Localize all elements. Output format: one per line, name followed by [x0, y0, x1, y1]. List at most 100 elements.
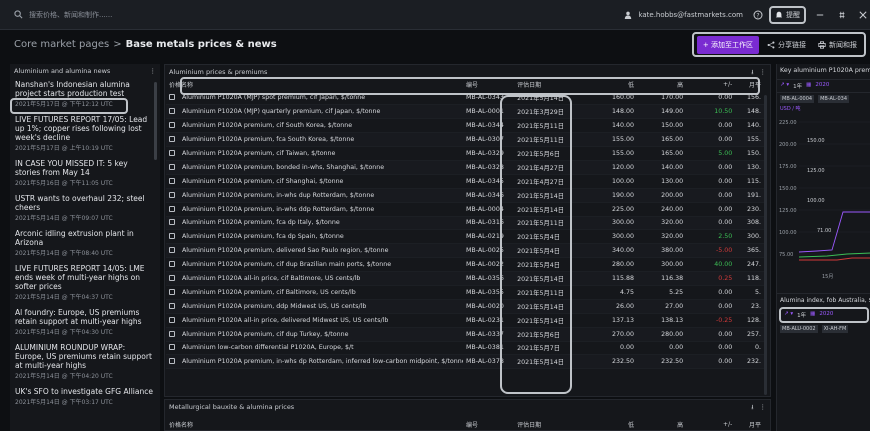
news-item[interactable]: Arconic idling extrusion plant in Arizon…: [10, 226, 160, 261]
price-name-text[interactable]: Aluminium P1020A premium, delivered Sao …: [182, 247, 388, 254]
column-header[interactable]: 月平: [735, 77, 764, 91]
chart-type-dropdown[interactable]: ↗ ▾: [780, 82, 789, 90]
download-icon[interactable]: ⭳: [751, 68, 753, 76]
global-search[interactable]: 搜索价格、新闻和制作......: [14, 10, 112, 20]
news-item[interactable]: Al foundry: Europe, US premiums retain s…: [10, 305, 160, 340]
more-icon[interactable]: ⋮: [760, 403, 767, 411]
column-header[interactable]: 价格名称: [166, 77, 463, 91]
price-name[interactable]: Aluminium P1020A (MJP) quarterly premium…: [166, 104, 463, 120]
price-name[interactable]: Aluminium P1020A premium, fca dp Italy, …: [166, 216, 463, 231]
document-icon[interactable]: [169, 288, 175, 295]
price-name[interactable]: Aluminium low-carbon differential P1020A…: [166, 341, 463, 356]
chart2-series-a-chip[interactable]: MB-ALU-0002: [780, 325, 818, 333]
news-title[interactable]: USTR wants to overhaul 232; steel cheers: [15, 194, 155, 212]
document-icon[interactable]: [169, 344, 175, 351]
close-icon[interactable]: [856, 11, 870, 19]
document-icon[interactable]: [169, 205, 175, 212]
table-row[interactable]: Aluminium P1020A premium, delivered Sao …: [166, 243, 764, 259]
table-row[interactable]: Aluminium P1020A premium, bonded in-whs,…: [166, 160, 764, 175]
breadcrumb-parent[interactable]: Core market pages: [14, 39, 109, 50]
table-row[interactable]: Aluminium P1020A all-in price, cif Balti…: [166, 271, 764, 286]
price-name-text[interactable]: Aluminium P1020A premium, cif South Kore…: [182, 122, 352, 129]
search-input[interactable]: 搜索价格、新闻和制作......: [29, 10, 112, 20]
news-item[interactable]: ALUMINIUM ROUNDUP WRAP: Europe, US premi…: [10, 340, 160, 384]
document-icon[interactable]: [169, 94, 175, 101]
news-item[interactable]: USTR wants to overhaul 232; steel cheers…: [10, 191, 160, 226]
price-name-text[interactable]: Aluminium P1020A premium, cif Shanghai, …: [182, 178, 343, 185]
table-row[interactable]: Aluminium P1020A premium, cif Shanghai, …: [166, 174, 764, 189]
price-name[interactable]: Aluminium P1020A all-in price, delivered…: [166, 313, 463, 328]
help-icon[interactable]: ?: [753, 10, 763, 20]
price-name-text[interactable]: Aluminium P1020A all-in price, delivered…: [182, 317, 388, 324]
news-title[interactable]: IN CASE YOU MISSED IT: 5 key stories fro…: [15, 159, 155, 177]
table-row[interactable]: Aluminium P1020A premium, cif Baltimore,…: [166, 285, 764, 300]
calendar-icon[interactable]: ▦: [810, 311, 815, 319]
series-a-chip[interactable]: MB-AL-0004: [780, 95, 815, 103]
document-icon[interactable]: [169, 330, 175, 337]
column-header[interactable]: 评估日期: [514, 417, 588, 431]
table-row[interactable]: Aluminium P1020A (MJP) spot premium, cif…: [166, 91, 764, 106]
table-row[interactable]: Aluminium P1020A premium, in-whs dp Rott…: [166, 354, 764, 370]
price-name-text[interactable]: Aluminium P1020A premium, in-whs dup Rot…: [182, 192, 374, 199]
news-title[interactable]: ALUMINIUM ROUNDUP WRAP: Europe, US premi…: [15, 343, 155, 370]
price-name[interactable]: Aluminium P1020A premium, cif South Kore…: [166, 118, 463, 134]
price-name-text[interactable]: Aluminium P1020A premium, in-whs dp Rott…: [182, 358, 463, 365]
news-scrollbar[interactable]: [154, 82, 157, 160]
news-item[interactable]: Nanshan's Indonesian alumina project sta…: [10, 77, 160, 112]
price-name-text[interactable]: Aluminium low-carbon differential P1020A…: [182, 344, 354, 351]
table-row[interactable]: Aluminium P1020A premium, cif dup Turkey…: [166, 327, 764, 342]
price-name-text[interactable]: Aluminium P1020A premium, cif dup Turkey…: [182, 331, 348, 338]
calendar-icon[interactable]: ▦: [806, 82, 811, 90]
table-row[interactable]: Aluminium P1020A (MJP) quarterly premium…: [166, 104, 764, 120]
price-name[interactable]: Aluminium P1020A premium, bonded in-whs,…: [166, 160, 463, 175]
document-icon[interactable]: [169, 261, 175, 268]
document-icon[interactable]: [169, 122, 175, 129]
news-title[interactable]: Al foundry: Europe, US premiums retain s…: [15, 308, 155, 326]
price-name-text[interactable]: Aluminium P1020A premium, fca dp Spain, …: [182, 233, 344, 240]
news-item[interactable]: LIVE FUTURES REPORT 14/05: LME ends week…: [10, 261, 160, 305]
price-name[interactable]: Aluminium P1020A premium, cif dup Brazil…: [166, 257, 463, 273]
column-header[interactable]: +/-: [686, 77, 735, 91]
table-row[interactable]: Aluminium low-carbon differential P1020A…: [166, 341, 764, 356]
minimize-icon[interactable]: [812, 11, 828, 19]
price-name-text[interactable]: Aluminium P1020A premium, cif dup Brazil…: [182, 261, 391, 268]
table-row[interactable]: Aluminium P1020A premium, ddp Midwest US…: [166, 299, 764, 314]
price-name[interactable]: Aluminium P1020A premium, delivered Sao …: [166, 243, 463, 259]
column-header[interactable]: 高: [637, 417, 686, 431]
series-b-chip[interactable]: MB-AL-034: [818, 95, 849, 103]
document-icon[interactable]: [169, 177, 175, 184]
add-to-workspace-button[interactable]: + 添加至工作区: [696, 35, 759, 54]
news-title[interactable]: LIVE FUTURES REPORT 17/05: Lead up 1%; c…: [15, 115, 155, 142]
document-icon[interactable]: [169, 108, 175, 115]
column-header[interactable]: 编号: [463, 77, 514, 91]
price-name-text[interactable]: Aluminium P1020A premium, fca dp Italy, …: [182, 219, 340, 226]
column-header[interactable]: +/-: [686, 417, 735, 431]
price-name-text[interactable]: Aluminium P1020A premium, cif Baltimore,…: [182, 289, 356, 296]
alerts-button[interactable]: 提醒: [769, 6, 806, 24]
document-icon[interactable]: [169, 316, 175, 323]
table-row[interactable]: Aluminium P1020A premium, fca dp Italy, …: [166, 216, 764, 231]
maximize-icon[interactable]: [834, 11, 850, 19]
prices-scrollbar[interactable]: [764, 95, 767, 395]
column-header[interactable]: 月平: [735, 417, 764, 431]
news-title[interactable]: Arconic idling extrusion plant in Arizon…: [15, 229, 155, 247]
chart2-type-dropdown[interactable]: ↗ ▾: [784, 311, 793, 319]
price-name-text[interactable]: Aluminium P1020A premium, in-whs ddp Rot…: [182, 206, 374, 213]
column-header[interactable]: 高: [637, 77, 686, 91]
table-row[interactable]: Aluminium P1020A premium, in-whs dup Rot…: [166, 188, 764, 203]
chart-date[interactable]: 2020: [815, 82, 829, 90]
document-icon[interactable]: [169, 163, 175, 170]
price-name[interactable]: Aluminium P1020A (MJP) spot premium, cif…: [166, 91, 463, 106]
chart2-date[interactable]: 2020: [819, 311, 833, 319]
chart-period-dropdown[interactable]: 1年: [793, 82, 802, 90]
chart2-series-b-chip[interactable]: XI-AH-FM: [821, 325, 849, 333]
more-icon[interactable]: ⋮: [150, 67, 157, 75]
document-icon[interactable]: [169, 136, 175, 143]
share-button[interactable]: 分享链接: [763, 36, 810, 54]
price-name-text[interactable]: Aluminium P1020A (MJP) quarterly premium…: [182, 108, 380, 115]
column-header[interactable]: 编号: [463, 417, 514, 431]
table-row[interactable]: Aluminium P1020A premium, fca dp Spain, …: [166, 229, 764, 245]
price-name[interactable]: Aluminium P1020A premium, fca dp Spain, …: [166, 229, 463, 245]
table-row[interactable]: Aluminium P1020A premium, cif South Kore…: [166, 118, 764, 134]
document-icon[interactable]: [169, 191, 175, 198]
